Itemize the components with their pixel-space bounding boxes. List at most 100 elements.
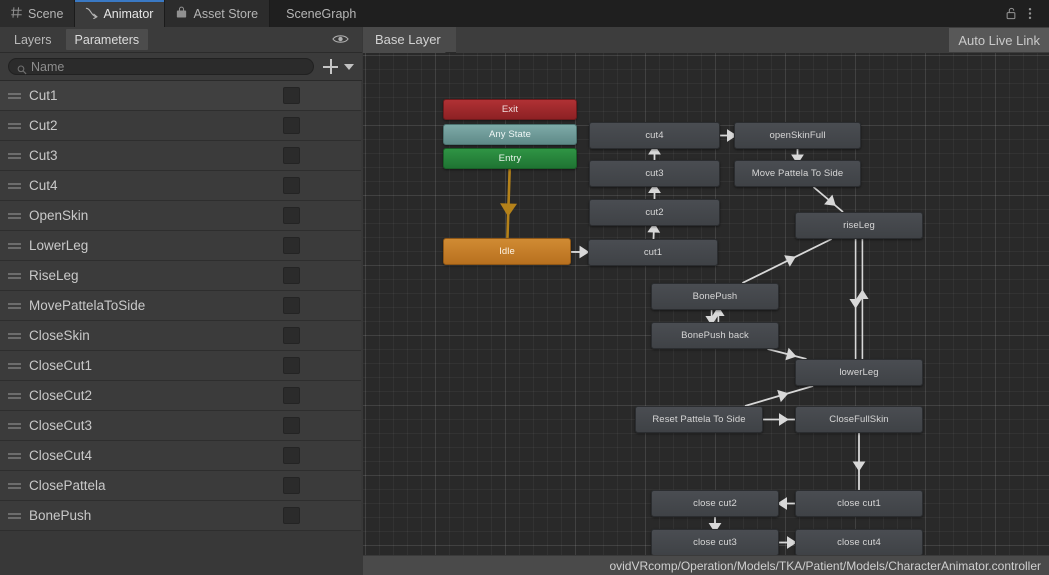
parameter-list[interactable]: Cut1 Cut2 Cut3 Cut4 OpenSkin LowerLeg RiseLeg M… [0,81,362,575]
state-node-anystate[interactable]: Any State [443,124,577,145]
state-node-closecut2[interactable]: close cut2 [651,490,779,517]
parameter-row[interactable]: CloseCut1 [0,351,361,381]
tab-animator[interactable]: Animator [75,0,166,27]
parameter-row[interactable]: CloseCut3 [0,411,361,441]
graph-canvas[interactable]: Exit Any State Entry Idle cut1 cut2 cut3 cut4 op… [363,53,1049,575]
parameter-row[interactable]: OpenSkin [0,201,361,231]
state-node-resetpat[interactable]: Reset Pattela To Side [635,406,763,433]
parameter-value-checkbox[interactable] [283,357,300,374]
parameter-value-checkbox[interactable] [283,507,300,524]
drag-handle-icon[interactable] [8,482,21,489]
chevron-down-icon[interactable] [344,63,354,70]
parameter-row[interactable]: RiseLeg [0,261,361,291]
parameter-value-checkbox[interactable] [283,207,300,224]
state-node-bonepush[interactable]: BonePush [651,283,779,310]
state-node-cut3[interactable]: cut3 [589,160,720,187]
parameter-name: OpenSkin [29,208,89,223]
parameter-value-checkbox[interactable] [283,237,300,254]
drag-handle-icon[interactable] [8,122,21,129]
drag-handle-icon[interactable] [8,182,21,189]
state-node-bonepushb[interactable]: BonePush back [651,322,779,349]
state-node-cut1[interactable]: cut1 [588,239,718,266]
state-node-closecut3[interactable]: close cut3 [651,529,779,556]
state-node-label: close cut4 [837,537,881,548]
state-node-openskin[interactable]: openSkinFull [734,122,861,149]
state-node-entry[interactable]: Entry [443,148,577,169]
drag-handle-icon[interactable] [8,512,21,519]
drag-handle-icon[interactable] [8,242,21,249]
parameter-row[interactable]: Cut2 [0,111,361,141]
state-node-label: BonePush back [681,330,749,341]
state-node-exit[interactable]: Exit [443,99,577,120]
parameter-value-checkbox[interactable] [283,327,300,344]
state-node-riseleg[interactable]: riseLeg [795,212,923,239]
transition-movepattela-to-riseleg[interactable] [812,186,844,213]
breadcrumb-base-layer[interactable]: Base Layer [363,27,445,53]
state-node-label: Reset Pattela To Side [652,414,746,425]
parameter-value-checkbox[interactable] [283,477,300,494]
state-node-closecut1[interactable]: close cut1 [795,490,923,517]
parameter-row[interactable]: ClosePattela [0,471,361,501]
parameter-value-checkbox[interactable] [283,177,300,194]
animator-graph[interactable]: Exit Any State Entry Idle cut1 cut2 cut3 cut4 op… [363,27,1049,575]
eye-icon[interactable] [332,32,349,47]
drag-handle-icon[interactable] [8,392,21,399]
auto-live-link-button[interactable]: Auto Live Link [949,28,1049,52]
parameter-value-checkbox[interactable] [283,417,300,434]
parameter-row[interactable]: CloseCut4 [0,441,361,471]
transition-resetpat-to-closefull[interactable] [763,413,795,426]
parameter-row[interactable]: CloseSkin [0,321,361,351]
parameter-value-checkbox[interactable] [283,117,300,134]
transition-idle-to-cut1[interactable] [570,245,590,259]
parameter-row[interactable]: Cut1 [0,81,361,111]
add-parameter-button[interactable] [322,58,339,75]
search-placeholder: Name [31,59,65,74]
subtab-parameters[interactable]: Parameters [65,29,149,50]
state-node-idle[interactable]: Idle [443,238,571,265]
parameter-row[interactable]: Cut4 [0,171,361,201]
state-node-cut4[interactable]: cut4 [589,122,720,149]
drag-handle-icon[interactable] [8,212,21,219]
parameter-row[interactable]: MovePattelaToSide [0,291,361,321]
drag-handle-icon[interactable] [8,452,21,459]
drag-handle-icon[interactable] [8,332,21,339]
transition-entry-to-idle[interactable] [500,168,518,239]
state-node-cut2[interactable]: cut2 [589,199,720,226]
transition-riseleg-to-lowerleg[interactable] [849,239,869,359]
drag-handle-icon[interactable] [8,272,21,279]
tab-asset-store[interactable]: Asset Store [165,0,271,27]
parameter-value-checkbox[interactable] [283,447,300,464]
drag-handle-icon[interactable] [8,422,21,429]
parameter-value-checkbox[interactable] [283,147,300,164]
parameter-value-checkbox[interactable] [283,87,300,104]
parameter-row[interactable]: BonePush [0,501,361,531]
tab-scenegraph-label: SceneGraph [286,6,357,21]
subtab-layers[interactable]: Layers [5,29,61,50]
state-node-closecut4[interactable]: close cut4 [795,529,923,556]
parameter-row[interactable]: LowerLeg [0,231,361,261]
state-node-label: close cut3 [693,537,737,548]
state-node-movepattela[interactable]: Move Pattela To Side [734,160,861,187]
transition-closefull-to-closecut1[interactable] [852,433,866,490]
parameter-value-checkbox[interactable] [283,267,300,284]
transition-closecut1-to-closecut2[interactable] [777,497,795,510]
parameter-row[interactable]: Cut3 [0,141,361,171]
tab-asset-store-label: Asset Store [193,6,259,21]
parameter-value-checkbox[interactable] [283,387,300,404]
drag-handle-icon[interactable] [8,362,21,369]
kebab-menu-icon[interactable] [1027,6,1040,21]
lock-open-icon[interactable] [1005,6,1018,21]
layers-parameters-tabs: Layers Parameters [0,27,362,53]
search-input[interactable]: Name [8,58,314,75]
transition-bonepush-to-riseleg[interactable] [741,238,833,284]
state-node-lowerleg[interactable]: lowerLeg [795,359,923,386]
drag-handle-icon[interactable] [8,302,21,309]
state-node-closefull[interactable]: CloseFullSkin [795,406,923,433]
tab-scene[interactable]: Scene [0,0,76,27]
tab-scenegraph[interactable]: SceneGraph [270,0,368,27]
drag-handle-icon[interactable] [8,152,21,159]
drag-handle-icon[interactable] [8,92,21,99]
parameter-row[interactable]: CloseCut2 [0,381,361,411]
parameter-value-checkbox[interactable] [283,297,300,314]
transition-resetpat-to-lowerleg[interactable] [744,385,814,407]
